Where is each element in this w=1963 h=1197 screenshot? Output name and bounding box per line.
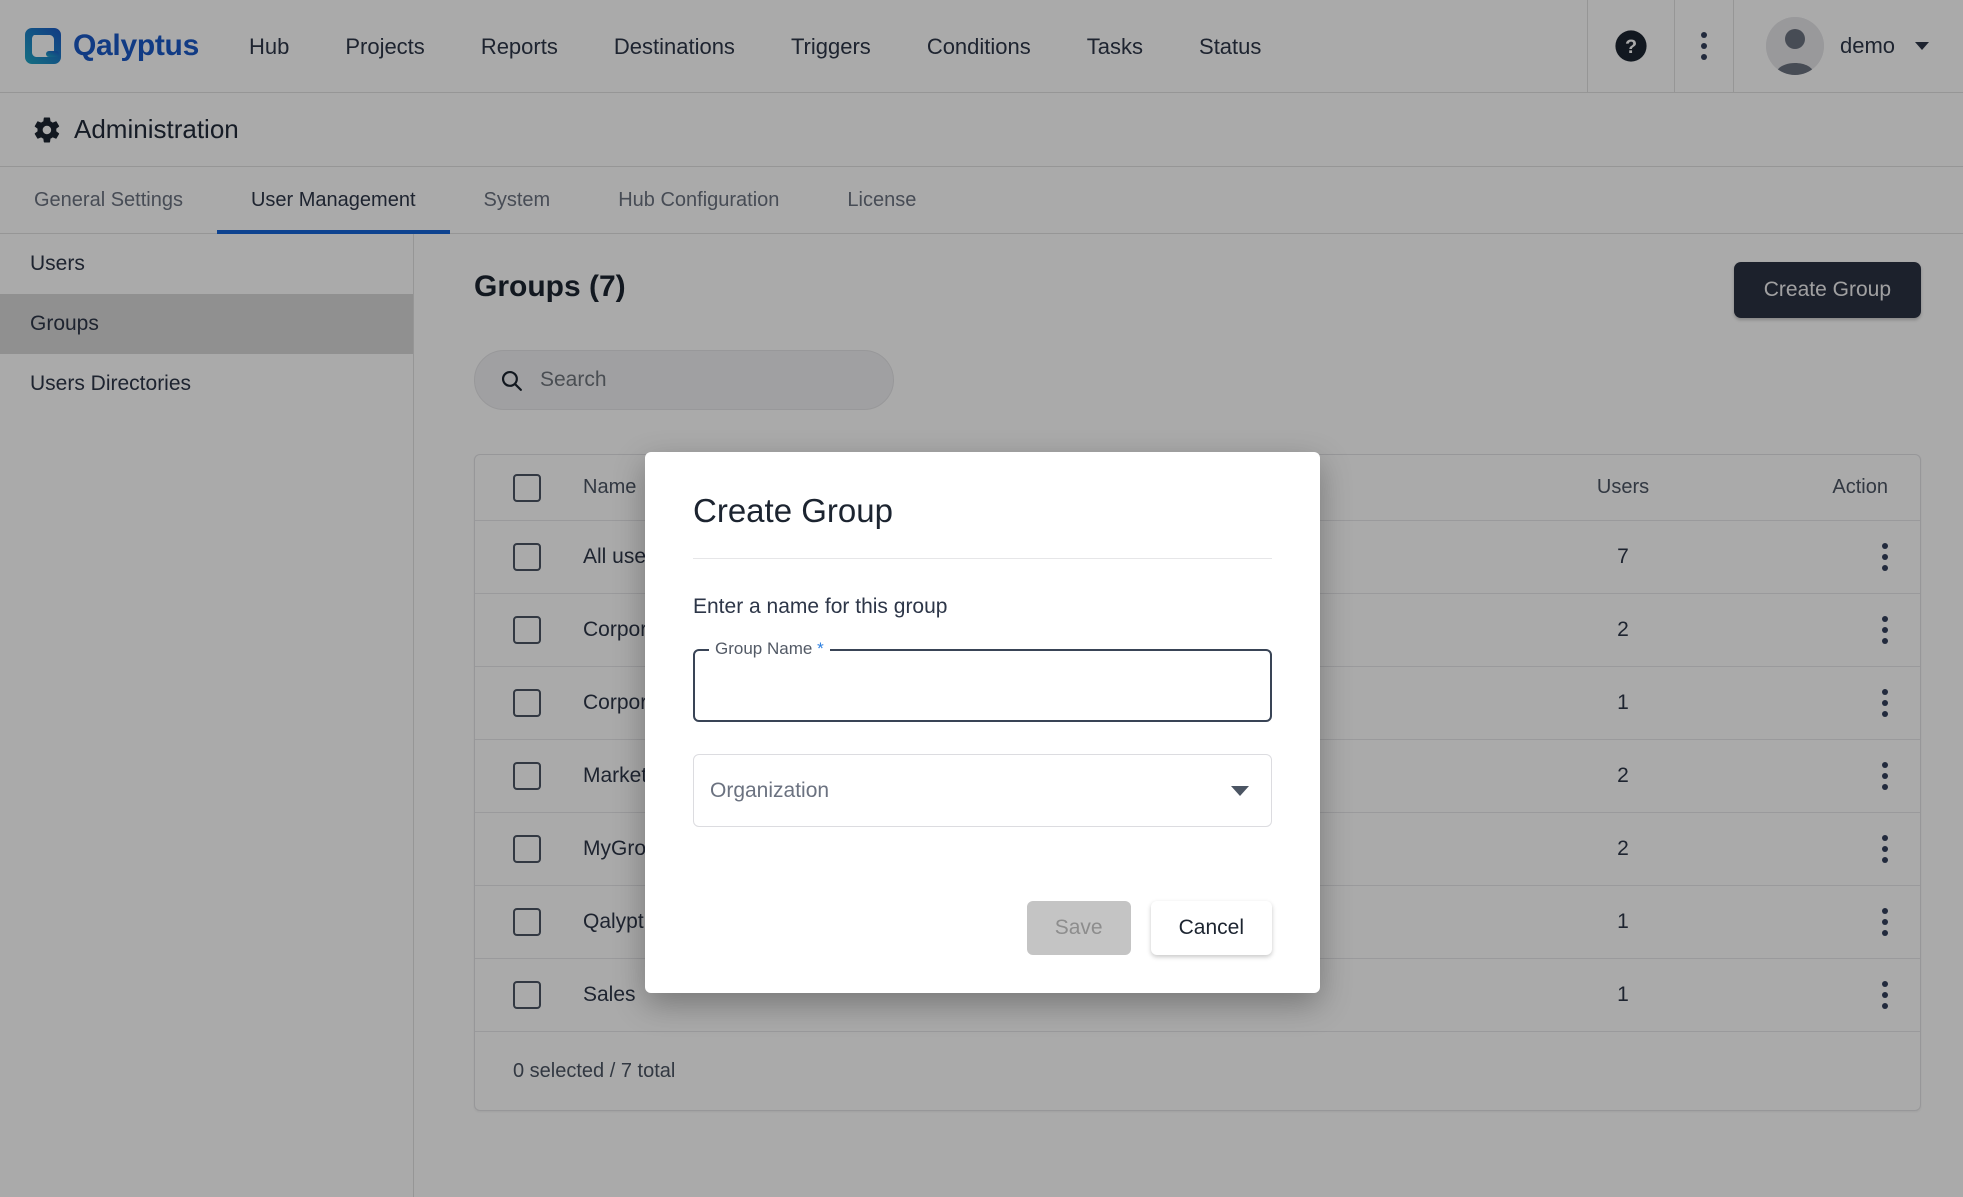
organization-select-value: Organization: [710, 779, 829, 803]
dialog-subtitle: Enter a name for this group: [693, 595, 1272, 619]
save-button[interactable]: Save: [1027, 901, 1131, 955]
group-name-input[interactable]: [713, 674, 1252, 698]
chevron-down-icon: [1231, 786, 1249, 796]
dialog-actions: Save Cancel: [693, 901, 1272, 955]
group-name-label-text: Group Name: [715, 639, 812, 658]
dialog-divider: [693, 558, 1272, 559]
cancel-button[interactable]: Cancel: [1151, 901, 1272, 955]
dialog-title: Create Group: [693, 492, 1272, 530]
group-name-label: Group Name *: [709, 639, 830, 659]
group-name-field[interactable]: Group Name *: [693, 649, 1272, 722]
organization-select[interactable]: Organization: [693, 754, 1272, 827]
create-group-dialog: Create Group Enter a name for this group…: [645, 452, 1320, 993]
required-asterisk: *: [817, 639, 824, 658]
